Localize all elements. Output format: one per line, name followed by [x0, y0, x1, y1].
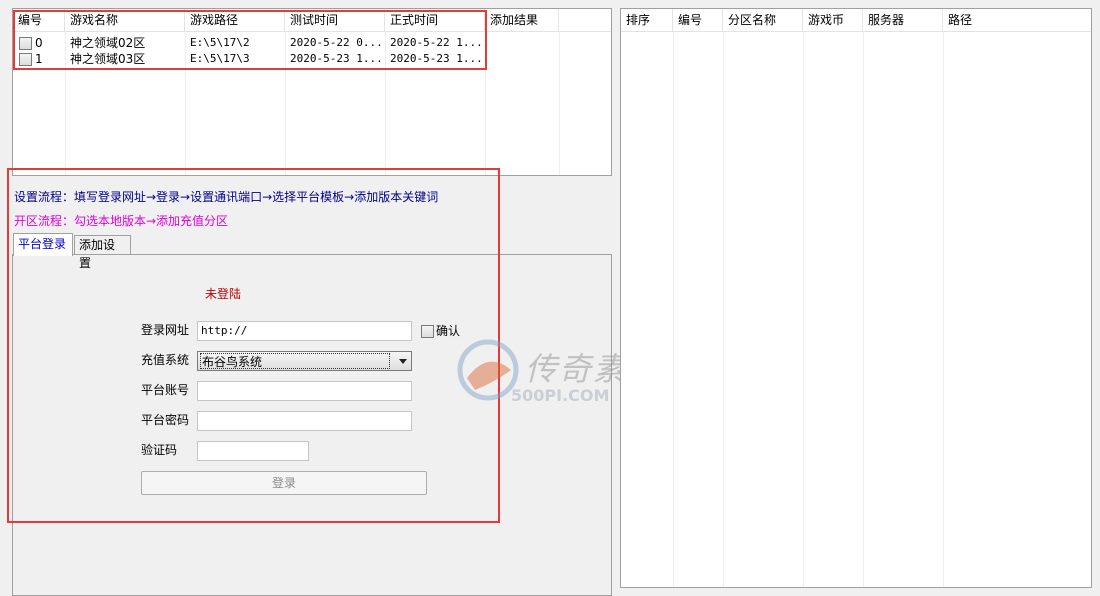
settings-highlight-box [7, 168, 500, 523]
column-header-number[interactable]: 编号 [673, 9, 723, 31]
watermark-text-en: 500PI.COM [511, 386, 610, 405]
column-header-server[interactable]: 服务器 [863, 9, 943, 31]
column-header-currency[interactable]: 游戏币 [803, 9, 863, 31]
column-header-path[interactable]: 路径 [943, 9, 1090, 31]
column-header-order[interactable]: 排序 [621, 9, 673, 31]
column-header-add-result[interactable]: 添加结果 [485, 9, 559, 31]
zone-list-header: 排序 编号 分区名称 游戏币 服务器 路径 [621, 9, 1091, 32]
zone-list-table[interactable]: 排序 编号 分区名称 游戏币 服务器 路径 [620, 8, 1092, 588]
column-header-zone-name[interactable]: 分区名称 [723, 9, 803, 31]
table-highlight-box [13, 10, 487, 70]
